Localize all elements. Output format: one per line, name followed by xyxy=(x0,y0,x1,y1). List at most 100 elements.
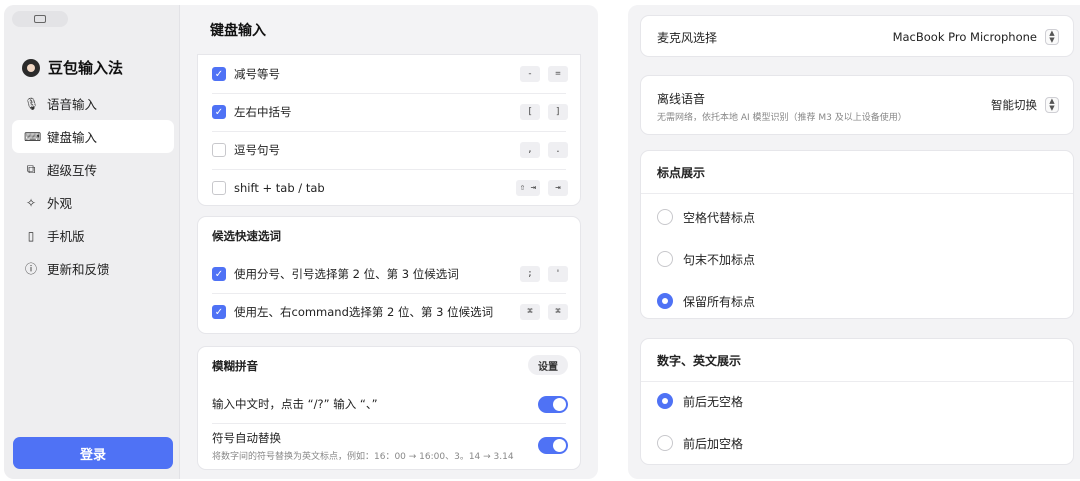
divider xyxy=(641,193,1073,194)
radio-option[interactable]: 前后加空格 xyxy=(641,423,743,463)
offline-select[interactable]: 智能切换 ▲ ▼ xyxy=(991,97,1059,113)
sidebar-item-mobile[interactable]: ▯ 手机版 xyxy=(12,219,174,252)
sidebar-item-update[interactable]: ⓘ 更新和反馈 xyxy=(12,252,174,285)
sidebar-item-appearance[interactable]: ✧ 外观 xyxy=(12,186,174,219)
offline-value: 智能切换 xyxy=(991,98,1037,112)
radio-label: 前后无空格 xyxy=(683,394,744,409)
symbol-replace-toggle[interactable] xyxy=(538,437,568,454)
checkbox-shift-tab[interactable] xyxy=(212,181,226,195)
sidebar-item-label: 键盘输入 xyxy=(47,130,98,145)
radio-add-space[interactable] xyxy=(657,435,673,451)
devices-icon: ⧉ xyxy=(26,162,36,176)
radio-option[interactable]: 空格代替标点 xyxy=(641,197,755,237)
radio-label: 保留所有标点 xyxy=(683,294,756,309)
mic-value: MacBook Pro Microphone xyxy=(892,30,1037,44)
key-cap: [ xyxy=(520,104,540,120)
radio-label: 前后加空格 xyxy=(683,436,744,451)
radio-space-replace[interactable] xyxy=(657,209,673,225)
login-button[interactable]: 登录 xyxy=(13,437,173,469)
list-item: 输入中文时，点击 “/?” 输入 “、” xyxy=(198,385,580,423)
list-item[interactable]: 逗号句号 ,. xyxy=(198,131,580,169)
row-label: 减号等号 xyxy=(234,67,280,81)
sidebar-item-label: 超级互传 xyxy=(47,163,98,178)
row-label: 输入中文时，点击 “/?” 输入 “、” xyxy=(212,397,378,411)
key-cap: ' xyxy=(548,266,568,282)
mic-select[interactable]: MacBook Pro Microphone ▲ ▼ xyxy=(893,29,1059,45)
checkbox-command[interactable]: ✓ xyxy=(212,305,226,319)
keyboard-icon: ⌨ xyxy=(24,129,42,144)
key-cap: ⇧ ⇥ xyxy=(515,180,540,196)
checkbox-comma-period[interactable] xyxy=(212,143,226,157)
key-cap: ⌘ xyxy=(520,304,540,320)
sidebar: 豆包输入法 🎙 语音输入 ⌨ 键盘输入 ⧉ 超级互传 ✧ 外观 ▯ 手机版 ⓘ 更新和反馈 … xyxy=(4,5,180,479)
slash-toggle[interactable] xyxy=(538,396,568,413)
row-label: 左右中括号 xyxy=(234,105,292,119)
sidebar-item-label: 更新和反馈 xyxy=(47,262,110,277)
radio-keep-all[interactable] xyxy=(657,293,673,309)
microphone-icon: 🎙 xyxy=(24,96,40,111)
sidebar-item-label: 手机版 xyxy=(47,229,85,244)
mic-card: 麦克风选择 MacBook Pro Microphone ▲ ▼ xyxy=(640,15,1074,57)
sidebar-item-label: 语音输入 xyxy=(47,97,98,112)
offline-subtitle: 无需网络，依托本地 AI 模型识别（推荐 M3 及以上设备使用） xyxy=(657,112,907,123)
list-item[interactable]: ✓ 使用左、右command选择第 2 位、第 3 位候选词 ⌘ ⌘ xyxy=(198,293,580,331)
list-item[interactable]: ✓ 左右中括号 [] xyxy=(198,93,580,131)
sidebar-nav: 🎙 语音输入 ⌨ 键盘输入 ⧉ 超级互传 ✧ 外观 ▯ 手机版 ⓘ 更新和反馈 xyxy=(12,87,174,285)
row-label: 符号自动替换 xyxy=(212,431,281,445)
window-sidebar-toggle[interactable] xyxy=(12,11,68,27)
key-cap: ⇥ xyxy=(548,180,568,196)
mic-label: 麦克风选择 xyxy=(657,30,718,45)
mic-row: 麦克风选择 MacBook Pro Microphone ▲ ▼ xyxy=(641,16,1073,58)
checkbox-minus-equal[interactable]: ✓ xyxy=(212,67,226,81)
key-cap: = xyxy=(548,66,568,82)
radio-label: 空格代替标点 xyxy=(683,210,756,225)
app-title: 豆包输入法 xyxy=(22,57,123,78)
phone-icon: ▯ xyxy=(27,228,35,243)
radio-no-end-punct[interactable] xyxy=(657,251,673,267)
number-english-title: 数字、英文展示 xyxy=(657,353,742,368)
candidate-card: 候选快速选词 ✓ 使用分号、引号选择第 2 位、第 3 位候选词 ; ' ✓ 使用… xyxy=(197,216,581,334)
fuzzy-pinyin-card: 模糊拼音 设置 输入中文时，点击 “/?” 输入 “、” 符号自动替换 将数字间… xyxy=(197,346,581,470)
card-title: 候选快速选词 xyxy=(212,229,281,243)
radio-option[interactable]: 保留所有标点 xyxy=(641,281,755,321)
radio-option[interactable]: 句末不加标点 xyxy=(641,239,755,279)
list-item[interactable]: shift + tab / tab ⇧ ⇥ ⇥ xyxy=(198,169,580,205)
row-label: 逗号句号 xyxy=(234,143,280,157)
row-subtitle: 将数字间的符号替换为英文标点，例如：16：00 → 16:00、3。14 → 3… xyxy=(212,452,514,462)
app-title-text: 豆包输入法 xyxy=(48,59,124,77)
key-cap: - xyxy=(520,66,540,82)
key-cap: ] xyxy=(548,104,568,120)
list-item: 符号自动替换 将数字间的符号替换为英文标点，例如：16：00 → 16:00、3… xyxy=(198,423,580,469)
sidebar-item-voice[interactable]: 🎙 语音输入 xyxy=(12,87,174,120)
page-title: 键盘输入 xyxy=(210,23,266,39)
list-item[interactable]: ✓ 减号等号 - = xyxy=(198,55,580,93)
checkbox-brackets[interactable]: ✓ xyxy=(212,105,226,119)
key-cap: . xyxy=(548,142,568,158)
list-item[interactable]: ✓ 使用分号、引号选择第 2 位、第 3 位候选词 ; ' xyxy=(198,255,580,293)
key-cap: , xyxy=(520,142,540,158)
voice-settings-window: 麦克风选择 MacBook Pro Microphone ▲ ▼ 离线语音 无需网… xyxy=(628,5,1080,479)
key-cap: ; xyxy=(520,266,540,282)
chevron-updown-icon: ▲ ▼ xyxy=(1045,97,1059,113)
punctuation-card: 标点展示 空格代替标点 句末不加标点 保留所有标点 xyxy=(640,150,1074,319)
row-label: 使用分号、引号选择第 2 位、第 3 位候选词 xyxy=(234,267,459,281)
radio-option[interactable]: 前后无空格 xyxy=(641,381,743,421)
card-title: 模糊拼音 xyxy=(212,359,258,373)
sidebar-item-transfer[interactable]: ⧉ 超级互传 xyxy=(12,153,174,186)
offline-row: 离线语音 无需网络，依托本地 AI 模型识别（推荐 M3 及以上设备使用） 智能… xyxy=(641,76,1073,136)
fuzzy-settings-button[interactable]: 设置 xyxy=(528,355,568,375)
radio-no-space[interactable] xyxy=(657,393,673,409)
keyboard-settings-window: 豆包输入法 🎙 语音输入 ⌨ 键盘输入 ⧉ 超级互传 ✧ 外观 ▯ 手机版 ⓘ 更新和反馈 … xyxy=(4,5,598,479)
checkbox-semicolon-quote[interactable]: ✓ xyxy=(212,267,226,281)
pair-keys-card: ✓ 减号等号 - = ✓ 左右中括号 [] 逗号句号 ,. shift + tab… xyxy=(197,54,581,206)
sidebar-item-label: 外观 xyxy=(47,196,73,211)
sidebar-item-keyboard[interactable]: ⌨ 键盘输入 xyxy=(12,120,174,153)
number-english-card: 数字、英文展示 前后无空格 前后加空格 xyxy=(640,338,1074,465)
card-title-row: 模糊拼音 设置 xyxy=(198,347,580,385)
offline-label: 离线语音 xyxy=(657,91,706,106)
punctuation-title: 标点展示 xyxy=(657,165,706,180)
info-icon: ⓘ xyxy=(24,262,37,276)
app-logo-icon xyxy=(22,58,40,77)
offline-card: 离线语音 无需网络，依托本地 AI 模型识别（推荐 M3 及以上设备使用） 智能… xyxy=(640,75,1074,135)
row-label: shift + tab / tab xyxy=(234,181,325,195)
